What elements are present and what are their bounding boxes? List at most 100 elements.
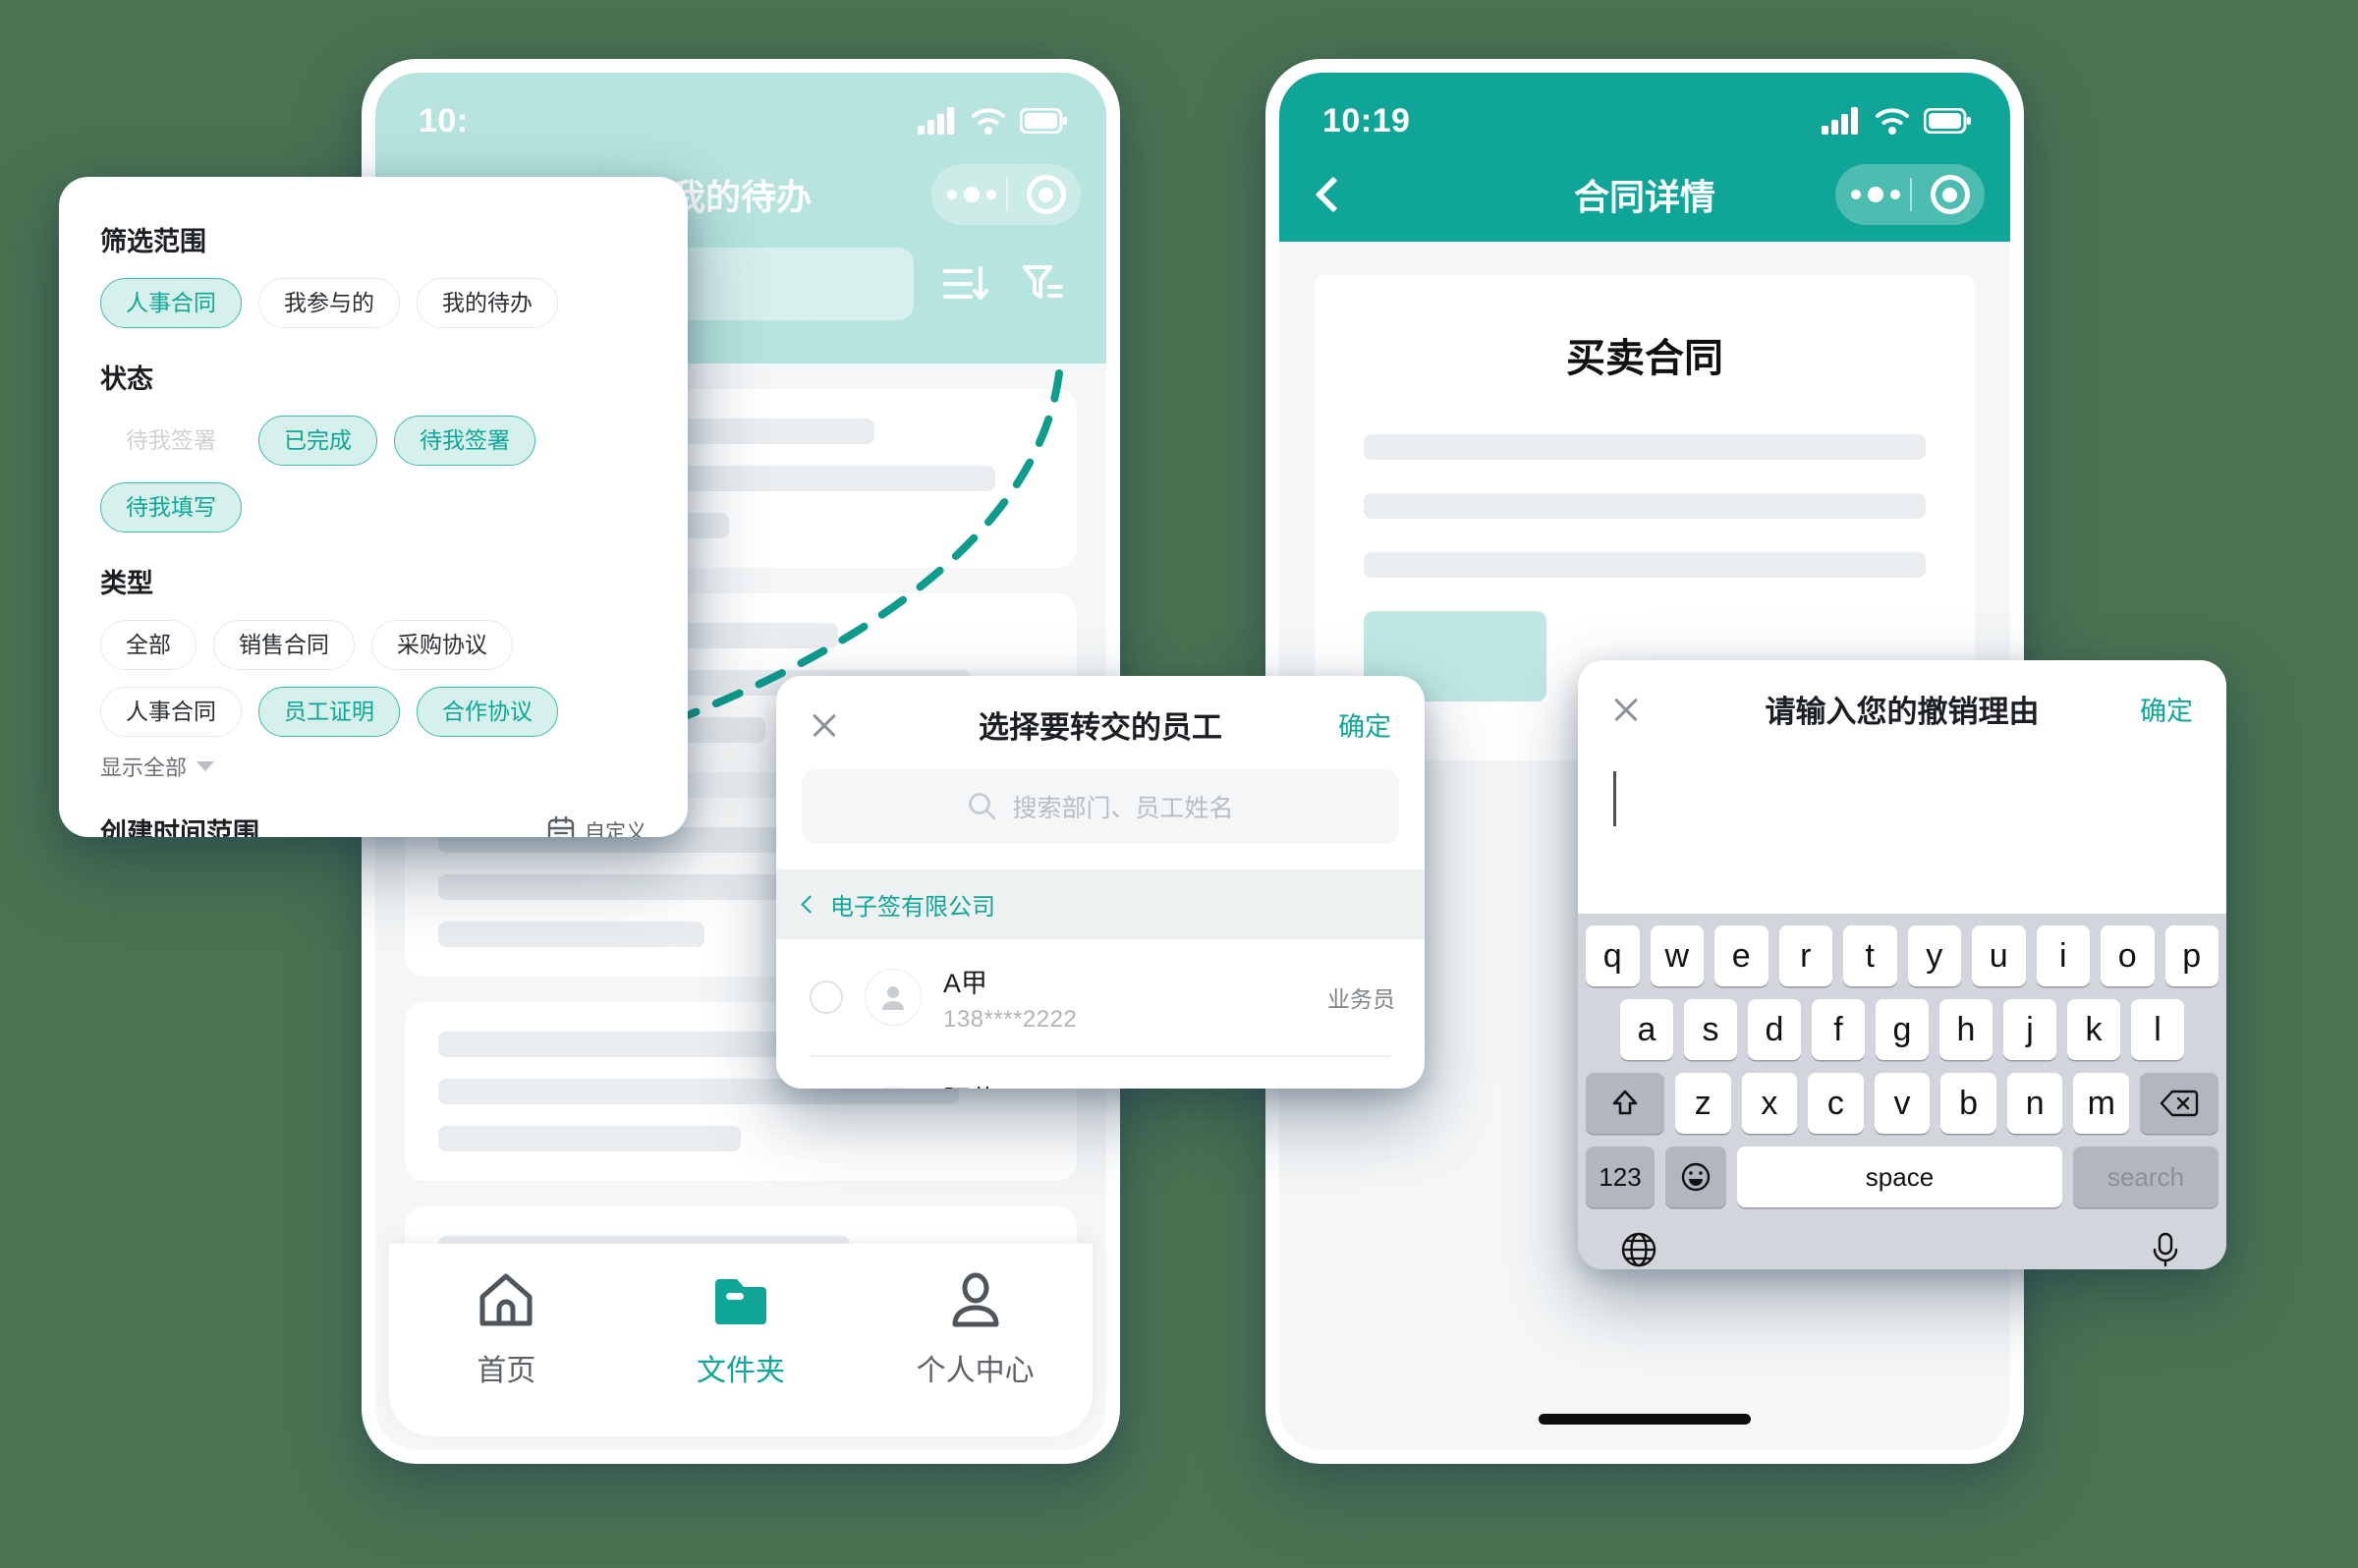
status-bar: 10:19	[1279, 73, 2010, 147]
chevron-left-icon	[801, 895, 819, 914]
emoji-icon[interactable]	[1665, 1147, 1726, 1207]
key-b[interactable]: b	[1940, 1073, 1996, 1134]
home-indicator	[1539, 1414, 1751, 1425]
calendar-icon	[547, 815, 575, 837]
status-clock: 10:	[419, 101, 469, 140]
keyboard-row-4: 123 space search	[1586, 1147, 2218, 1207]
radio-icon[interactable]	[810, 980, 843, 1014]
employee-phone: 138****2222	[943, 1005, 1078, 1033]
list-item[interactable]: 阿黄 138****2222 业务员	[776, 1057, 1425, 1089]
chip-status: 待我签署	[100, 416, 242, 466]
chip-status[interactable]: 待我签署	[394, 416, 535, 466]
mini-program-capsule[interactable]	[931, 164, 1081, 225]
key-h[interactable]: h	[1939, 999, 1993, 1060]
chip-scope[interactable]: 人事合同	[100, 278, 242, 328]
onscreen-keyboard: q w e r t y u i o p a s d f g h j k l z …	[1578, 914, 2226, 1269]
sort-icon[interactable]	[939, 258, 990, 309]
key-q[interactable]: q	[1586, 925, 1640, 986]
mini-program-capsule[interactable]	[1835, 164, 1985, 225]
key-j[interactable]: j	[2003, 999, 2056, 1060]
key-w[interactable]: w	[1650, 925, 1704, 986]
key-y[interactable]: y	[1907, 925, 1961, 986]
target-icon[interactable]	[1930, 175, 1970, 214]
chip-scope[interactable]: 我参与的	[258, 278, 400, 328]
wifi-icon	[1875, 107, 1910, 135]
key-s[interactable]: s	[1684, 999, 1737, 1060]
key-c[interactable]: c	[1808, 1073, 1864, 1134]
text-caret	[1613, 771, 1616, 826]
chipgroup-status: 待我签署 已完成 待我签署 待我填写	[100, 416, 646, 532]
chip-type[interactable]: 全部	[100, 620, 196, 670]
backspace-icon[interactable]	[2140, 1073, 2219, 1134]
chevron-down-icon	[196, 761, 215, 771]
keyboard-row-3: z x c v b n m	[1585, 1073, 2219, 1134]
chip-type[interactable]: 合作协议	[417, 687, 558, 737]
show-all-toggle[interactable]: 显示全部	[100, 751, 646, 782]
search-icon	[967, 791, 998, 822]
key-e[interactable]: e	[1714, 925, 1768, 986]
chip-type[interactable]: 人事合同	[100, 687, 242, 737]
key-n[interactable]: n	[2006, 1073, 2063, 1134]
target-icon[interactable]	[1026, 175, 1066, 214]
chip-status[interactable]: 已完成	[258, 416, 377, 466]
more-dots-icon[interactable]	[1850, 187, 1900, 202]
key-k[interactable]: k	[2067, 999, 2120, 1060]
globe-icon[interactable]	[1617, 1228, 1660, 1269]
key-u[interactable]: u	[1972, 925, 2026, 986]
person-icon	[946, 1271, 1005, 1328]
tab-profile[interactable]: 个人中心	[858, 1271, 1093, 1389]
section-title-status: 状态	[100, 364, 153, 394]
chip-type[interactable]: 员工证明	[258, 687, 400, 737]
tab-label: 首页	[477, 1355, 536, 1387]
chip-scope[interactable]: 我的待办	[417, 278, 558, 328]
employee-search-input[interactable]: 搜索部门、员工姓名	[802, 769, 1399, 844]
key-v[interactable]: v	[1874, 1073, 1931, 1134]
more-dots-icon[interactable]	[946, 187, 996, 202]
key-m[interactable]: m	[2073, 1073, 2130, 1134]
tab-home[interactable]: 首页	[389, 1271, 624, 1389]
list-item[interactable]: A甲 138****2222 业务员	[776, 939, 1425, 1055]
custom-date-button[interactable]: 自定义	[547, 815, 646, 837]
key-f[interactable]: f	[1812, 999, 1865, 1060]
key-r[interactable]: r	[1778, 925, 1832, 986]
key-l[interactable]: l	[2131, 999, 2184, 1060]
transfer-sheet-header: 选择要转交的员工 确定	[776, 676, 1425, 761]
composition-stage: 10: 我的待办 首页 文件夹 个人中心 10:19 合同详情 买卖合同 筛选范…	[0, 0, 2358, 1568]
sheet-title: 请输入您的撤销理由	[1765, 695, 2040, 729]
space-key[interactable]: space	[1737, 1147, 2062, 1207]
status-clock: 10:19	[1322, 101, 1411, 140]
key-t[interactable]: t	[1843, 925, 1897, 986]
bottom-tabbar: 首页 文件夹 个人中心	[389, 1244, 1093, 1436]
tab-folder[interactable]: 文件夹	[624, 1271, 859, 1389]
key-p[interactable]: p	[2164, 925, 2218, 986]
key-o[interactable]: o	[2101, 925, 2155, 986]
microphone-icon[interactable]	[2144, 1228, 2187, 1269]
chip-type[interactable]: 销售合同	[213, 620, 355, 670]
breadcrumb[interactable]: 电子签有限公司	[776, 869, 1425, 939]
section-title-scope: 筛选范围	[100, 227, 206, 256]
section-title-time: 创建时间范围	[100, 818, 259, 837]
keyboard-row-1: q w e r t y u i o p	[1586, 925, 2218, 986]
revoke-reason-textarea[interactable]	[1578, 771, 2226, 826]
key-d[interactable]: d	[1748, 999, 1801, 1060]
filter-icon[interactable]	[1016, 258, 1067, 309]
numbers-key[interactable]: 123	[1586, 1147, 1655, 1207]
key-z[interactable]: z	[1674, 1073, 1731, 1134]
chipgroup-scope: 人事合同 我参与的 我的待办	[100, 278, 646, 328]
confirm-button[interactable]: 确定	[1338, 705, 1391, 744]
back-icon[interactable]	[1315, 176, 1352, 213]
confirm-button[interactable]: 确定	[2140, 690, 2193, 728]
employee-search-placeholder: 搜索部门、员工姓名	[1012, 795, 1234, 822]
contract-header: 10:19 合同详情	[1279, 73, 2010, 242]
key-g[interactable]: g	[1876, 999, 1929, 1060]
chip-status[interactable]: 待我填写	[100, 482, 242, 532]
chip-type[interactable]: 采购协议	[371, 620, 513, 670]
key-x[interactable]: x	[1741, 1073, 1798, 1134]
revoke-reason-sheet: 请输入您的撤销理由 确定 q w e r t y u i o p a s d f…	[1578, 660, 2226, 1269]
sheet-title: 选择要转交的员工	[979, 710, 1222, 745]
wifi-icon	[971, 107, 1006, 135]
search-key[interactable]: search	[2073, 1147, 2218, 1207]
key-a[interactable]: a	[1620, 999, 1673, 1060]
shift-icon[interactable]	[1585, 1073, 1664, 1134]
key-i[interactable]: i	[2036, 925, 2090, 986]
